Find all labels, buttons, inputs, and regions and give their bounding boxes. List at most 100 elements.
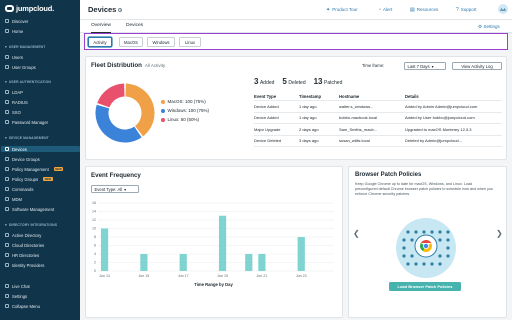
table-row[interactable]: Device Added 1 day ago bobbo-macbook.loc…	[254, 113, 502, 124]
alert-link[interactable]: ◔ Alert	[378, 7, 392, 13]
tab-macos[interactable]: MacOS	[119, 37, 143, 47]
timeframe-select[interactable]: Last 7 Days ▾	[404, 62, 446, 70]
link-label: Support	[460, 7, 477, 12]
product-tour-link[interactable]: ✦ Product Tour	[326, 7, 358, 13]
page-title-text: Devices	[88, 5, 117, 14]
legend-swatch	[161, 108, 165, 113]
sidebar-item-settings[interactable]: Settings	[5, 293, 75, 299]
tab-windows[interactable]: Windows	[147, 37, 175, 47]
bar-jun-25[interactable]	[258, 254, 266, 271]
cell-details: Added by User bobbo@jumpcloud.com	[405, 115, 502, 120]
sidebar-item-users[interactable]: Users	[5, 54, 75, 60]
sidebar-item-mdm[interactable]: MDM	[5, 196, 75, 202]
sidebar-item-label: Policy Groups	[12, 176, 39, 182]
device-group-icon	[5, 157, 9, 161]
tab-linux[interactable]: Linux	[179, 37, 201, 47]
sidebar-item-policy-management[interactable]: Policy Management NEW	[5, 166, 75, 172]
sidebar-item-sso[interactable]: SSO	[5, 109, 75, 115]
legend-item-linux: Linux: 50 (50%)	[161, 115, 209, 124]
stat-label: Added	[259, 80, 275, 86]
sidebar-item-commands[interactable]: Commands	[5, 186, 75, 192]
section-title: USER MANAGEMENT	[8, 45, 46, 49]
patch-policy-description: Keep Google Chrome up to date for macOS,…	[355, 182, 493, 196]
sidebar-item-radius[interactable]: RADIUS	[5, 99, 75, 105]
sidebar-item-user-groups[interactable]: User Groups	[5, 64, 75, 70]
cell-event-type: Device Deleted	[254, 138, 282, 144]
sidebar-item-identity-providers[interactable]: Identity Providers	[5, 262, 75, 268]
x-tick-label: Jun 17	[178, 274, 189, 278]
support-link[interactable]: ? Support	[456, 7, 477, 13]
sidebar-item-label: User Groups	[12, 64, 36, 70]
details-text: Added by Admin	[405, 103, 435, 109]
x-tick-label: Jun 23	[296, 274, 307, 278]
resources-link[interactable]: ▤ Resources	[410, 7, 438, 13]
sidebar-item-label: HR Directories	[12, 252, 40, 258]
legend-label: Linux: 50 (50%)	[167, 117, 200, 122]
y-tick-label: 0	[94, 269, 96, 273]
y-tick-label: 6	[94, 244, 96, 248]
event-type-select[interactable]: Event Type: All ▾	[91, 185, 139, 193]
sidebar-item-label: Policy Management	[12, 166, 49, 172]
y-tick-label: 16	[92, 201, 96, 205]
sidebar-item-live-chat[interactable]: Live Chat	[5, 283, 75, 289]
chevron-left-icon[interactable]: ❮	[353, 229, 360, 238]
active-directory-icon	[5, 233, 9, 237]
fleet-subtitle: All Activity	[144, 63, 166, 68]
logo-text: jumpcloud.	[16, 4, 54, 13]
bar-jun-28[interactable]	[297, 237, 305, 271]
sidebar-item-hr-directories[interactable]: HR Directories	[5, 252, 75, 258]
view-activity-log-button[interactable]: View Activity Log	[452, 62, 502, 70]
avatar[interactable]: AA	[498, 4, 508, 14]
logo[interactable]: jumpcloud.	[5, 4, 54, 13]
radius-icon	[5, 100, 9, 104]
sidebar-item-software-management[interactable]: Software Management	[5, 206, 75, 212]
sidebar-item-device-groups[interactable]: Device Groups	[5, 156, 75, 162]
column-header: Details	[405, 93, 419, 99]
sidebar-item-label: Commands	[12, 186, 34, 192]
sidebar-item-label: LDAP	[12, 89, 23, 95]
sidebar-item-password-manager[interactable]: Password Manager	[5, 119, 75, 125]
sidebar-section-directory-integrations[interactable]: ▾ DIRECTORY INTEGRATIONS	[5, 223, 57, 227]
fleet-legend: MacOS: 100 (75%) Windows: 100 (75%) Linu…	[161, 97, 209, 124]
chevron-right-icon[interactable]: ❯	[496, 229, 503, 238]
table-row[interactable]: Major Upgrade 2 days ago Sam_Smiths_macb…	[254, 124, 502, 136]
bar-jun-22[interactable]	[218, 215, 227, 271]
sidebar-item-ldap[interactable]: LDAP	[5, 89, 75, 95]
email-link[interactable]: Admin@jumpcloud...	[425, 138, 462, 143]
table-row[interactable]: Device Added 1 day ago walter.s_windows.…	[254, 101, 502, 113]
load-browser-patch-policies-button[interactable]: Load Browser Patch Policies	[389, 282, 461, 291]
sidebar-item-policy-groups[interactable]: Policy Groups NEW	[5, 176, 75, 182]
email-link[interactable]: bobbo@jumpcloud.com	[433, 115, 475, 120]
tab-activity[interactable]: Activity	[88, 37, 112, 47]
sidebar-item-collapse-menu[interactable]: Collapse Menu	[5, 303, 75, 309]
sidebar-item-active-directory[interactable]: Active Directory	[5, 232, 75, 238]
email-link[interactable]: Admin@jumpcloud.com	[435, 104, 477, 109]
event-type-value: Event Type: All	[94, 186, 123, 192]
sidebar-item-label: Collapse Menu	[12, 303, 40, 309]
sidebar-section-user-management[interactable]: ▾ USER MANAGEMENT	[5, 45, 45, 49]
sidebar-item-cloud-directories[interactable]: Cloud Directories	[5, 242, 75, 248]
link-label: Alert	[383, 7, 393, 12]
sidebar-item-home[interactable]: Home	[5, 28, 75, 34]
bar-jun-13[interactable]	[100, 228, 109, 272]
cell-timestamp: 1 day ago	[299, 103, 317, 109]
sidebar-section-device-management[interactable]: ▾ DEVICE MANAGEMENT	[5, 136, 49, 140]
donut-slice-2	[97, 83, 126, 108]
settings-link[interactable]: ⚙ Settings	[478, 24, 500, 30]
info-icon[interactable]: i	[118, 7, 123, 12]
sso-icon	[5, 110, 9, 114]
bar-jun-19[interactable]	[179, 254, 187, 271]
tab-devices[interactable]: Devices	[126, 23, 143, 33]
bar-jun-24[interactable]	[245, 254, 253, 271]
bar-jun-16[interactable]	[140, 254, 148, 271]
fleet-title: Fleet Distribution All Activity	[91, 62, 165, 69]
sidebar-item-discover[interactable]: Discover	[5, 18, 75, 24]
policy-icon	[5, 167, 9, 171]
software-icon	[5, 207, 9, 211]
table-row[interactable]: Device Deleted 3 days ago susan_willis.l…	[254, 136, 502, 147]
chevron-down-icon: ▾	[124, 186, 127, 192]
tab-overview[interactable]: Overview	[91, 23, 111, 33]
compass-icon	[5, 19, 9, 23]
sidebar-item-devices[interactable]: Devices	[1, 146, 80, 152]
sidebar-section-user-authentication[interactable]: ▾ USER AUTHENTICATION	[5, 80, 51, 84]
